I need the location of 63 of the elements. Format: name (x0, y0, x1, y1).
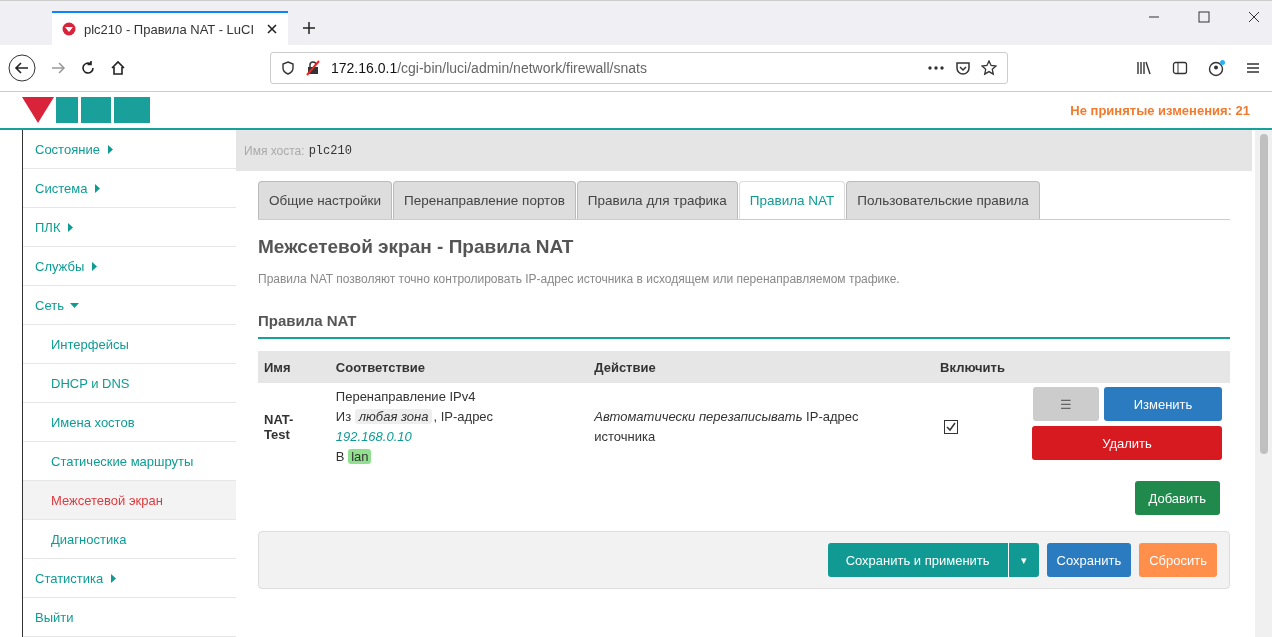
insecure-lock-icon (305, 60, 321, 76)
close-icon[interactable] (266, 23, 278, 35)
section-title: Правила NAT (258, 312, 1230, 339)
caret-right-icon (66, 222, 76, 232)
shield-icon (281, 61, 295, 75)
zone-tag: любая зона (354, 409, 433, 424)
save-apply-button[interactable]: Сохранить и применить ▾ (827, 543, 1039, 577)
column-header: Соответствие (329, 351, 589, 383)
dropdown-toggle[interactable]: ▾ (1007, 543, 1039, 577)
unsaved-changes-link[interactable]: Не принятые изменения: 21 (1070, 102, 1250, 118)
address-label: , IP-адрес (433, 409, 494, 424)
caret-right-icon (105, 144, 115, 154)
to-label: В (335, 449, 345, 464)
back-icon[interactable] (8, 54, 36, 82)
pocket-icon[interactable] (955, 60, 971, 76)
caret-down-icon (69, 300, 79, 310)
page-description: Правила NAT позволяют точно контролировать IP-адрес источника в исходящем или перенаправляемом трафике. (258, 272, 901, 286)
new-tab-icon[interactable] (302, 21, 316, 35)
library-icon[interactable] (1136, 60, 1152, 76)
from-label: Из (335, 409, 352, 424)
favicon-icon (62, 22, 76, 36)
column-header: Имя (258, 351, 330, 383)
tab[interactable]: Правила NAT (738, 181, 846, 219)
hostname-label: Имя хоста: (244, 143, 305, 158)
edit-button[interactable]: Изменить (1104, 387, 1222, 421)
sidebar-subitem[interactable]: Межсетевой экран (23, 481, 236, 520)
account-icon[interactable] (1208, 59, 1226, 77)
sidebar-icon[interactable] (1172, 60, 1188, 76)
scrollbar-thumb[interactable] (1259, 134, 1268, 454)
drag-handle-button[interactable]: ☰ (1033, 387, 1099, 421)
tab[interactable]: Перенаправление портов (393, 181, 576, 219)
rule-name: NAT-Test (264, 412, 295, 442)
action-text: Автоматически перезаписывать IP-адрес источника (594, 409, 859, 444)
maximize-icon[interactable] (1198, 11, 1210, 23)
reset-button[interactable]: Сбросить (1139, 543, 1217, 577)
logo-icon (22, 94, 152, 126)
add-button[interactable]: Добавить (1134, 481, 1220, 515)
home-icon[interactable] (110, 60, 126, 76)
address-bar[interactable]: 172.16.0.1/cgi-bin/luci/admin/network/firewall/snats (270, 52, 1008, 84)
close-icon[interactable] (1248, 11, 1260, 23)
hostname-value: plc210 (308, 143, 352, 158)
column-header: Включить (934, 351, 1026, 383)
caret-right-icon (109, 573, 119, 583)
match-family: Перенаправление IPv4 (335, 388, 477, 406)
save-button[interactable]: Сохранить (1046, 543, 1132, 577)
tab[interactable]: Общие настройки (258, 181, 393, 219)
zone-tag: lan (348, 449, 372, 464)
tab-title: plc210 - Правила NAT - LuCI (84, 21, 256, 37)
reload-icon[interactable] (80, 60, 96, 76)
star-icon[interactable] (981, 60, 997, 76)
tab[interactable]: Пользовательские правила (846, 181, 1040, 219)
column-header: Действие (588, 351, 935, 383)
ip-address: 192.168.0.10 (335, 429, 412, 444)
delete-button[interactable]: Удалить (1032, 426, 1222, 460)
caret-right-icon (93, 183, 103, 193)
more-icon[interactable] (927, 65, 945, 71)
menu-icon[interactable] (1246, 61, 1260, 75)
tab[interactable]: Правила для трафика (576, 181, 738, 219)
browser-tab[interactable]: plc210 - Правила NAT - LuCI (52, 11, 288, 45)
enabled-checkbox[interactable] (944, 419, 959, 434)
caret-right-icon (90, 261, 100, 271)
page-title: Межсетевой экран - Правила NAT (258, 236, 575, 258)
forward-icon[interactable] (50, 60, 66, 76)
